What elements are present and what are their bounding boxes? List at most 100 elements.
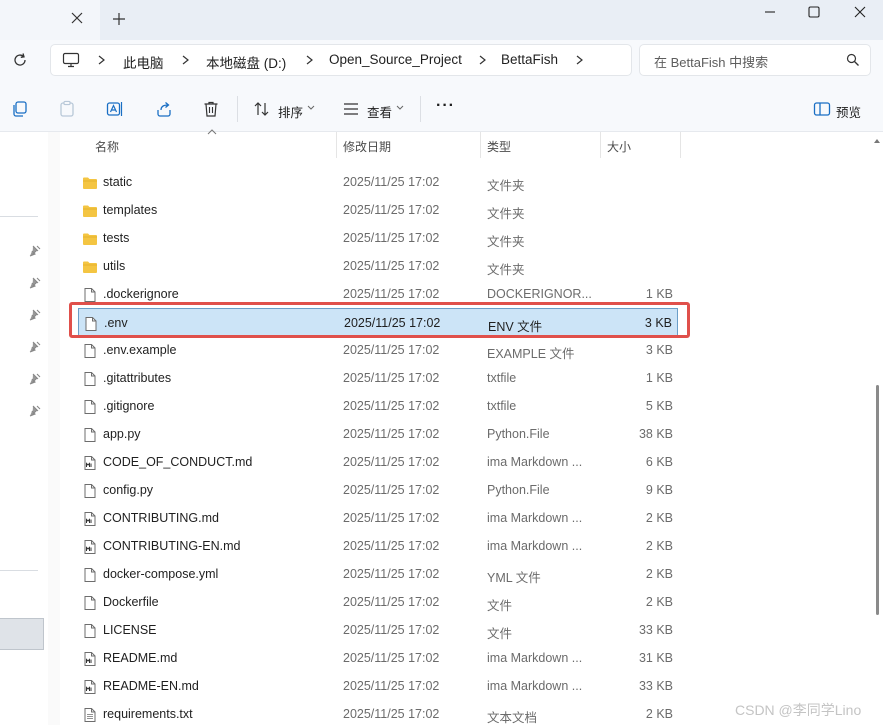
file-modified-date: 2025/11/25 17:02	[343, 511, 440, 525]
chevron-right-icon[interactable]	[181, 55, 190, 65]
minimize-icon[interactable]	[762, 4, 778, 20]
file-icon	[82, 483, 98, 499]
file-row[interactable]: .env.example 2025/11/25 17:02 EXAMPLE 文件 3 …	[78, 336, 678, 364]
breadcrumb-bettafish[interactable]: BettaFish	[501, 52, 558, 67]
column-separator[interactable]	[480, 132, 481, 158]
file-row[interactable]: .gitignore 2025/11/25 17:02 txtfile 5 KB	[78, 392, 678, 420]
chevron-right-icon[interactable]	[97, 55, 106, 65]
file-name: .gitattributes	[103, 371, 172, 385]
file-type: YML 文件	[487, 571, 541, 585]
pin-icon[interactable]	[29, 277, 41, 289]
preview-pane-icon[interactable]	[813, 100, 831, 118]
file-row[interactable]: requirements.txt 2025/11/25 17:02 文本文档 2 KB	[78, 700, 678, 725]
file-name: .env.example	[103, 343, 177, 357]
pin-icon[interactable]	[29, 341, 41, 353]
pin-icon[interactable]	[29, 405, 41, 417]
file-icon	[82, 595, 98, 611]
file-size: 5 KB	[645, 399, 673, 413]
file-name: LICENSE	[103, 623, 157, 637]
file-type: ima Markdown ...	[487, 679, 583, 693]
file-row[interactable]: LICENSE 2025/11/25 17:02 文件 33 KB	[78, 616, 678, 644]
markdown-file-icon	[82, 511, 98, 527]
copy-icon[interactable]	[11, 100, 29, 118]
file-modified-date: 2025/11/25 17:02	[343, 623, 440, 637]
breadcrumb-open-source-project[interactable]: Open_Source_Project	[329, 52, 462, 67]
file-row[interactable]: templates 2025/11/25 17:02 文件夹	[78, 196, 678, 224]
sort-button[interactable]: 排序	[278, 102, 303, 121]
file-icon	[82, 343, 98, 359]
file-name: CONTRIBUTING-EN.md	[103, 539, 241, 553]
file-type: EXAMPLE 文件	[487, 347, 575, 361]
share-icon[interactable]	[155, 100, 173, 118]
file-row[interactable]: tests 2025/11/25 17:02 文件夹	[78, 224, 678, 252]
file-row[interactable]: app.py 2025/11/25 17:02 Python.File 38 KB	[78, 420, 678, 448]
markdown-file-icon	[82, 651, 98, 667]
chevron-down-icon[interactable]	[396, 105, 404, 111]
chevron-right-icon[interactable]	[305, 55, 314, 65]
nav-scrollbar[interactable]	[48, 132, 60, 725]
breadcrumb-drive-d[interactable]: 本地磁盘 (D:)	[206, 52, 286, 72]
scrollbar-thumb[interactable]	[876, 385, 879, 615]
column-header-name[interactable]: 名称	[95, 138, 119, 155]
column-separator[interactable]	[680, 132, 681, 158]
pin-icon[interactable]	[29, 309, 41, 321]
breadcrumb-this-pc[interactable]: 此电脑	[123, 52, 164, 72]
file-type: 文本文档	[487, 711, 538, 725]
file-row[interactable]: CONTRIBUTING.md 2025/11/25 17:02 ima Markd…	[78, 504, 678, 532]
file-row[interactable]: CONTRIBUTING-EN.md 2025/11/25 17:02 ima Ma…	[78, 532, 678, 560]
markdown-file-icon	[82, 455, 98, 471]
more-options-button[interactable]: ···	[436, 97, 455, 115]
toolbar-separator	[420, 96, 421, 122]
file-row[interactable]: CODE_OF_CONDUCT.md 2025/11/25 17:02 ima Ma…	[78, 448, 678, 476]
column-header-date[interactable]: 修改日期	[343, 138, 391, 155]
file-name: app.py	[103, 427, 141, 441]
file-name: utils	[103, 259, 126, 273]
close-tab-icon[interactable]	[70, 11, 84, 25]
file-size: 33 KB	[638, 679, 673, 693]
chevron-right-icon[interactable]	[478, 55, 487, 65]
maximize-icon[interactable]	[806, 4, 822, 20]
chevron-right-icon[interactable]	[575, 55, 584, 65]
close-window-icon[interactable]	[852, 4, 868, 20]
refresh-icon[interactable]	[12, 52, 28, 68]
file-row[interactable]: .gitattributes 2025/11/25 17:02 txtfile 1 K…	[78, 364, 678, 392]
new-tab-icon[interactable]	[112, 12, 126, 26]
column-header-type[interactable]: 类型	[487, 138, 511, 155]
sort-icon[interactable]	[253, 100, 271, 118]
view-icon[interactable]	[342, 100, 360, 118]
file-modified-date: 2025/11/25 17:02	[343, 707, 440, 721]
file-row[interactable]: docker-compose.yml 2025/11/25 17:02 YML 文件…	[78, 560, 678, 588]
search-icon[interactable]	[846, 53, 860, 67]
file-type: 文件	[487, 627, 513, 641]
file-size: 31 KB	[638, 651, 673, 665]
pin-icon[interactable]	[29, 245, 41, 257]
rename-icon[interactable]	[106, 100, 124, 118]
file-icon	[82, 427, 98, 443]
file-row[interactable]: README-EN.md 2025/11/25 17:02 ima Markdown…	[78, 672, 678, 700]
file-row[interactable]: static 2025/11/25 17:02 文件夹	[78, 168, 678, 196]
view-button[interactable]: 查看	[367, 102, 392, 121]
file-size: 2 KB	[645, 595, 673, 609]
pin-icon[interactable]	[29, 373, 41, 385]
this-pc-icon[interactable]	[62, 52, 80, 68]
file-row[interactable]: README.md 2025/11/25 17:02 ima Markdown ..…	[78, 644, 678, 672]
file-type: ima Markdown ...	[487, 539, 583, 553]
nav-item-selected[interactable]	[0, 618, 44, 650]
preview-button[interactable]: 预览	[836, 102, 861, 121]
column-header-size[interactable]: 大小	[607, 138, 631, 155]
file-row[interactable]: config.py 2025/11/25 17:02 Python.File 9 KB	[78, 476, 678, 504]
file-type: 文件	[487, 599, 513, 613]
file-modified-date: 2025/11/25 17:02	[343, 203, 440, 217]
scroll-up-icon[interactable]	[873, 138, 881, 144]
column-separator[interactable]	[336, 132, 337, 158]
file-name: README-EN.md	[103, 679, 199, 693]
window-tab[interactable]	[0, 0, 100, 40]
file-row[interactable]: utils 2025/11/25 17:02 文件夹	[78, 252, 678, 280]
chevron-down-icon[interactable]	[307, 105, 315, 111]
file-name: Dockerfile	[103, 595, 159, 609]
file-name: templates	[103, 203, 158, 217]
delete-icon[interactable]	[202, 100, 220, 118]
text-file-icon	[82, 707, 98, 723]
file-row[interactable]: Dockerfile 2025/11/25 17:02 文件 2 KB	[78, 588, 678, 616]
column-separator[interactable]	[600, 132, 601, 158]
